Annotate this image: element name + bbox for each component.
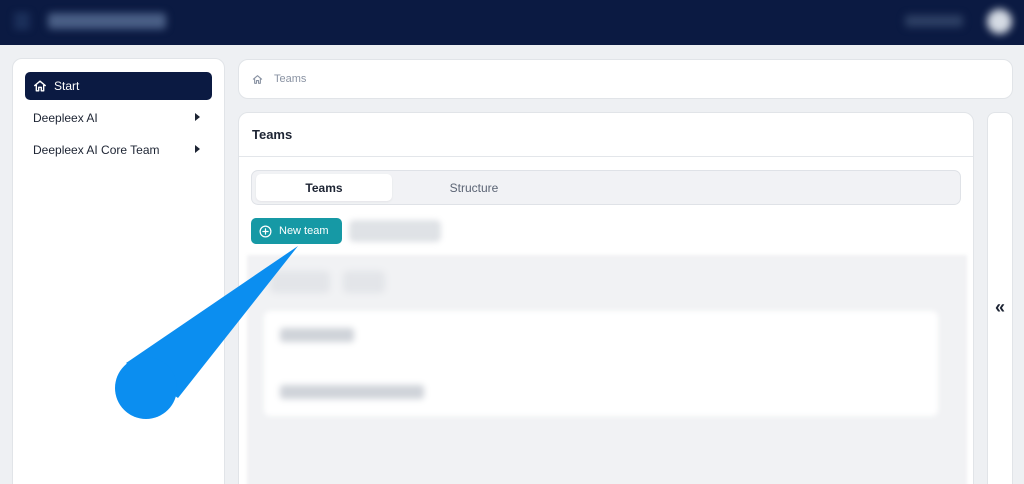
list-item-redacted[interactable]: [280, 385, 424, 399]
app-title-redacted: [48, 13, 166, 29]
tab-teams[interactable]: Teams: [256, 174, 392, 201]
breadcrumb-current: Teams: [274, 73, 307, 85]
new-team-button[interactable]: New team: [251, 218, 342, 244]
collapse-panel-button[interactable]: «: [987, 112, 1013, 484]
team-list-card: [264, 311, 938, 416]
page-title: Teams: [252, 127, 293, 142]
divider: [239, 156, 973, 157]
new-team-label: New team: [279, 225, 329, 237]
tab-bar: Teams Structure: [251, 170, 961, 205]
plus-circle-icon: [259, 225, 272, 237]
list-control-redacted[interactable]: [270, 271, 330, 293]
sidebar-item-deepleex-ai-core-team[interactable]: Deepleex AI Core Team: [25, 136, 212, 164]
breadcrumb: Teams: [238, 59, 1013, 99]
sidebar-item-deepleex-ai[interactable]: Deepleex AI: [25, 104, 212, 132]
teams-panel: Teams Teams Structure New team: [238, 112, 974, 484]
home-icon: [34, 80, 46, 92]
filter-chip-redacted[interactable]: [349, 220, 441, 242]
sidebar: Start Deepleex AI Deepleex AI Core Team: [12, 58, 225, 484]
menu-icon[interactable]: [14, 14, 30, 28]
tab-structure[interactable]: Structure: [406, 174, 542, 201]
home-icon[interactable]: [252, 74, 263, 85]
sidebar-item-label: Start: [54, 79, 80, 93]
sidebar-item-start[interactable]: Start: [25, 72, 212, 100]
caret-right-icon[interactable]: [195, 113, 200, 121]
header-action-redacted[interactable]: [905, 15, 963, 27]
double-chevron-left-icon: «: [994, 297, 1005, 317]
teams-list-redacted: [247, 255, 967, 484]
list-control-redacted[interactable]: [343, 271, 385, 293]
list-item-redacted[interactable]: [280, 328, 354, 342]
sidebar-item-label: Deepleex AI Core Team: [33, 143, 160, 157]
user-avatar[interactable]: [987, 9, 1012, 34]
caret-right-icon[interactable]: [195, 145, 200, 153]
sidebar-item-label: Deepleex AI: [33, 111, 98, 125]
top-bar: [0, 0, 1024, 45]
